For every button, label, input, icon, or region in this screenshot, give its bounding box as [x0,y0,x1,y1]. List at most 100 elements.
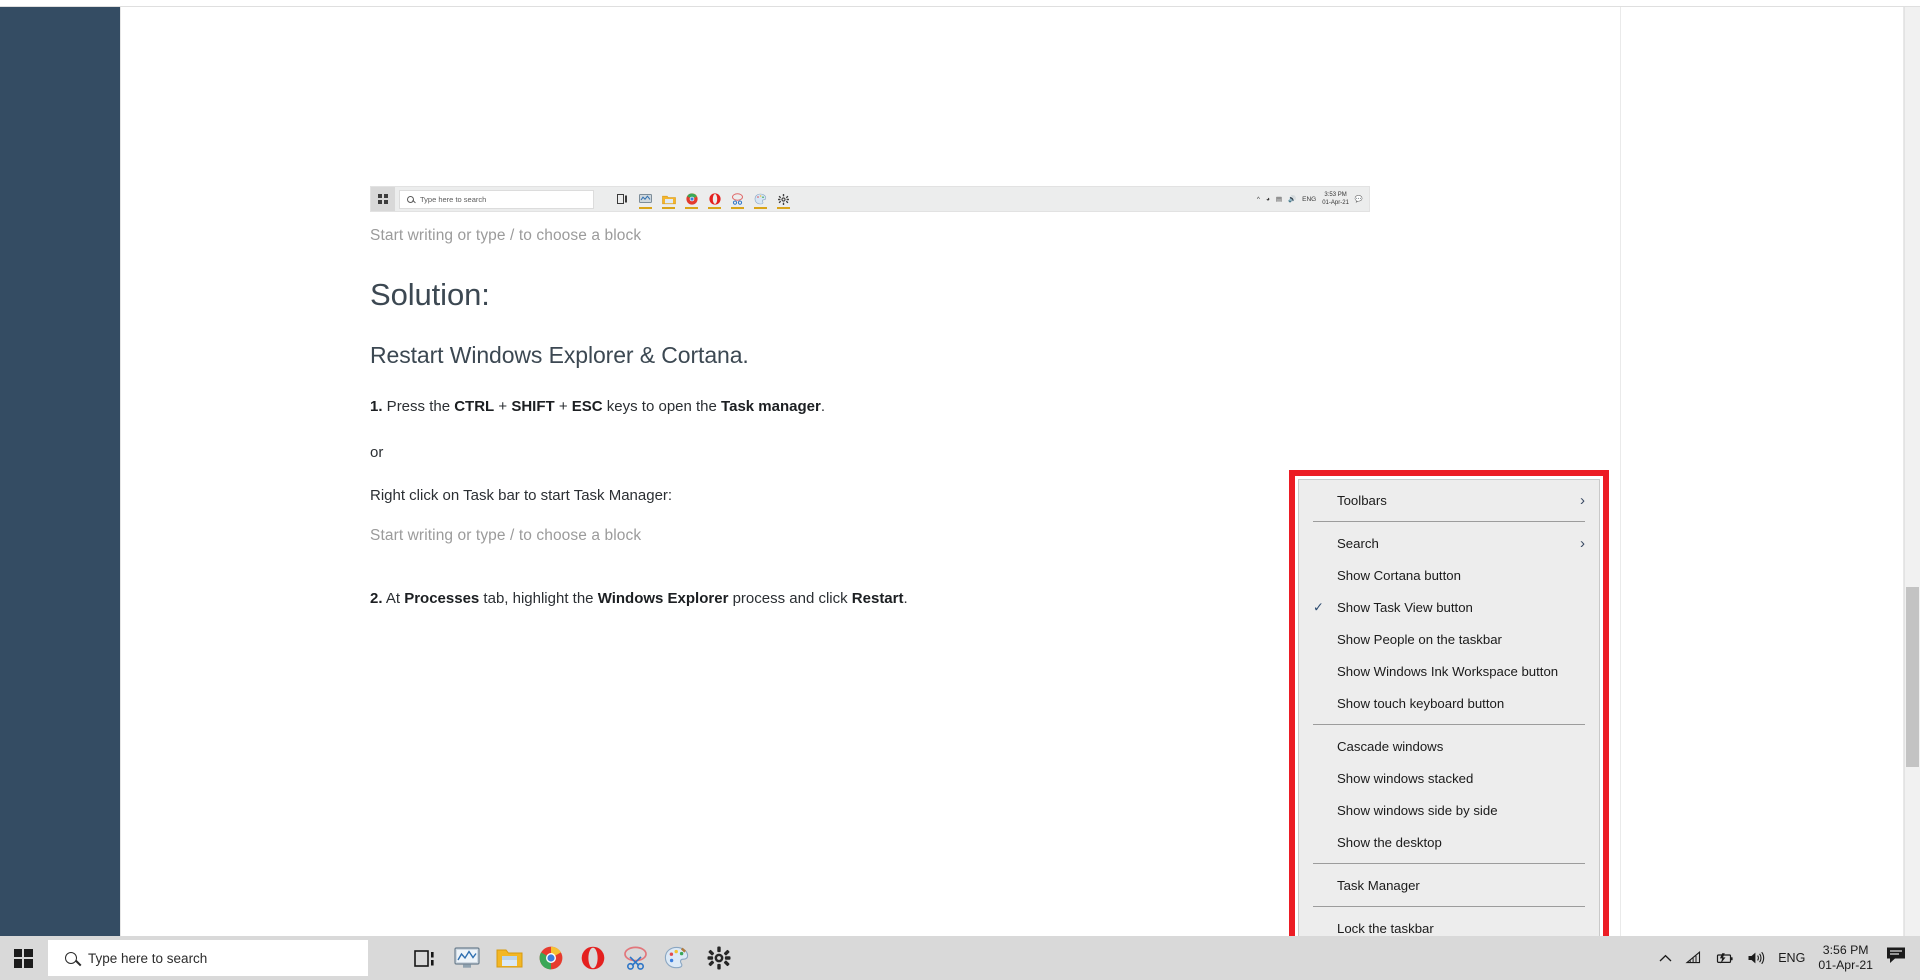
paint-button[interactable] [656,936,698,980]
block-placeholder-top[interactable]: Start writing or type / to choose a bloc… [370,225,1290,247]
notification-center-icon[interactable] [1886,946,1908,970]
menu-item-show-windows-stacked[interactable]: Show windows stacked [1299,762,1599,794]
vertical-scrollbar-track[interactable] [1904,7,1920,940]
menu-item-label: Show People on the taskbar [1337,631,1502,647]
check-icon: ✓ [1313,599,1324,615]
tray-chevron-up-icon[interactable] [1659,954,1672,963]
snipping-tool-icon [623,946,647,970]
menu-separator [1313,863,1585,864]
file-explorer-button[interactable] [488,936,530,980]
paint-icon [664,946,689,969]
menu-item-toolbars[interactable]: Toolbars › [1299,484,1599,516]
opera-button[interactable] [572,936,614,980]
menu-item-search[interactable]: Search › [1299,527,1599,559]
menu-item-label: Show windows stacked [1337,770,1474,786]
step1-text-c: . [820,398,825,415]
paragraph-or: or [370,444,384,461]
menu-item-label: Show Windows Ink Workspace button [1337,663,1559,679]
left-sidebar-rail [0,7,120,940]
system-tray: ENG 3:56 PM 01-Apr-21 [1659,943,1920,973]
task-view-button[interactable] [404,936,446,980]
document-content: Start writing or type / to choose a bloc… [370,180,1290,610]
menu-item-show-task-view-button[interactable]: ✓ Show Task View button [1299,591,1599,623]
tray-time: 3:56 PM [1822,943,1869,957]
embedded-tray-time: 3:53 PM [1324,192,1347,198]
heading-solution: Solution: [370,277,490,312]
performance-monitor-icon [454,947,480,968]
settings-button[interactable] [698,936,740,980]
step2-text-a: At [382,590,405,607]
paragraph-right-click: Right click on Task bar to start Task Ma… [370,487,673,504]
menu-item-label: Search [1337,535,1379,551]
step1-plus-2: + [554,398,572,415]
step2-text-c: process and click [728,590,852,607]
embedded-notification-icon: 💬 [1354,196,1363,203]
vertical-scrollbar-thumb[interactable] [1906,587,1919,767]
step2-text-b: tab, highlight the [479,590,598,607]
menu-item-cascade-windows[interactable]: Cascade windows [1299,730,1599,762]
task-view-icon [414,949,434,967]
taskbar-search-input[interactable]: Type here to search [48,940,368,976]
heading-restart-explorer: Restart Windows Explorer & Cortana. [370,342,749,368]
step1-text-a: Press the [382,398,455,415]
menu-item-label: Toolbars [1337,492,1387,508]
menu-item-label: Task Manager [1337,877,1420,893]
settings-icon [707,946,731,970]
menu-item-show-the-desktop[interactable]: Show the desktop [1299,826,1599,858]
menu-item-label: Cascade windows [1337,738,1444,754]
tray-language-indicator[interactable]: ENG [1778,951,1805,965]
step1-key-esc: ESC [571,398,603,415]
step1-key-ctrl: CTRL [454,398,495,415]
paragraph-step-2: 2. At Processes tab, highlight the Windo… [370,588,1290,610]
taskbar-search-placeholder: Type here to search [88,950,208,966]
volume-icon[interactable] [1747,951,1765,965]
block-placeholder-mid[interactable]: Start writing or type / to choose a bloc… [370,525,1290,547]
step2-number: 2. [370,590,383,607]
chevron-right-icon: › [1580,491,1585,509]
step1-bold-task-manager: Task manager [721,398,821,415]
file-explorer-icon [496,949,522,968]
menu-item-show-windows-ink-workspace-button[interactable]: Show Windows Ink Workspace button [1299,655,1599,687]
embedded-tray-date: 01-Apr-21 [1322,200,1349,206]
embedded-tray-language: ENG [1302,195,1317,203]
menu-item-show-touch-keyboard-button[interactable]: Show touch keyboard button [1299,687,1599,719]
battery-icon[interactable] [1715,952,1734,965]
menu-item-label: Show Cortana button [1337,567,1461,583]
taskbar-app-icons [404,936,740,980]
menu-item-label: Show windows side by side [1337,802,1498,818]
step2-bold-windows-explorer: Windows Explorer [597,590,729,607]
chevron-right-icon: › [1580,534,1585,552]
snipping-tool-button[interactable] [614,936,656,980]
menu-item-show-cortana-button[interactable]: Show Cortana button [1299,559,1599,591]
chrome-button[interactable] [530,936,572,980]
step1-key-shift: SHIFT [511,398,555,415]
performance-monitor-button[interactable] [446,936,488,980]
screen-root: Type here to search ^ ◕ ▤ 🔊 ENG 3:53 PM … [0,0,1920,980]
wifi-icon[interactable] [1685,951,1702,965]
right-margin-panel [1620,7,1900,940]
search-icon [65,952,77,964]
menu-item-label: Lock the taskbar [1337,920,1434,936]
step2-text-d: . [903,590,908,607]
step2-bold-processes: Processes [404,590,480,607]
menu-item-show-people-on-the-taskbar[interactable]: Show People on the taskbar [1299,623,1599,655]
step1-text-b: keys to open the [602,398,722,415]
menu-separator [1313,906,1585,907]
windows-logo-icon [13,948,33,968]
opera-icon [581,946,605,970]
tray-date: 01-Apr-21 [1818,958,1873,972]
menu-separator [1313,724,1585,725]
start-button[interactable] [0,936,46,980]
step2-bold-restart: Restart [851,590,904,607]
menu-item-label: Show touch keyboard button [1337,695,1505,711]
tray-clock[interactable]: 3:56 PM 01-Apr-21 [1818,943,1873,973]
chrome-icon [539,946,563,970]
menu-separator [1313,521,1585,522]
step1-number: 1. [370,398,383,415]
taskbar-context-menu[interactable]: Toolbars › Search › Show Cortana button ✓ Show… [1298,479,1600,961]
step1-plus-1: + [494,398,512,415]
menu-item-task-manager[interactable]: Task Manager [1299,869,1599,901]
menu-item-show-windows-side-by-side[interactable]: Show windows side by side [1299,794,1599,826]
menu-item-label: Show Task View button [1337,599,1473,615]
windows-taskbar: Type here to search ENG 3:56 PM 01-Apr-2… [0,936,1920,980]
